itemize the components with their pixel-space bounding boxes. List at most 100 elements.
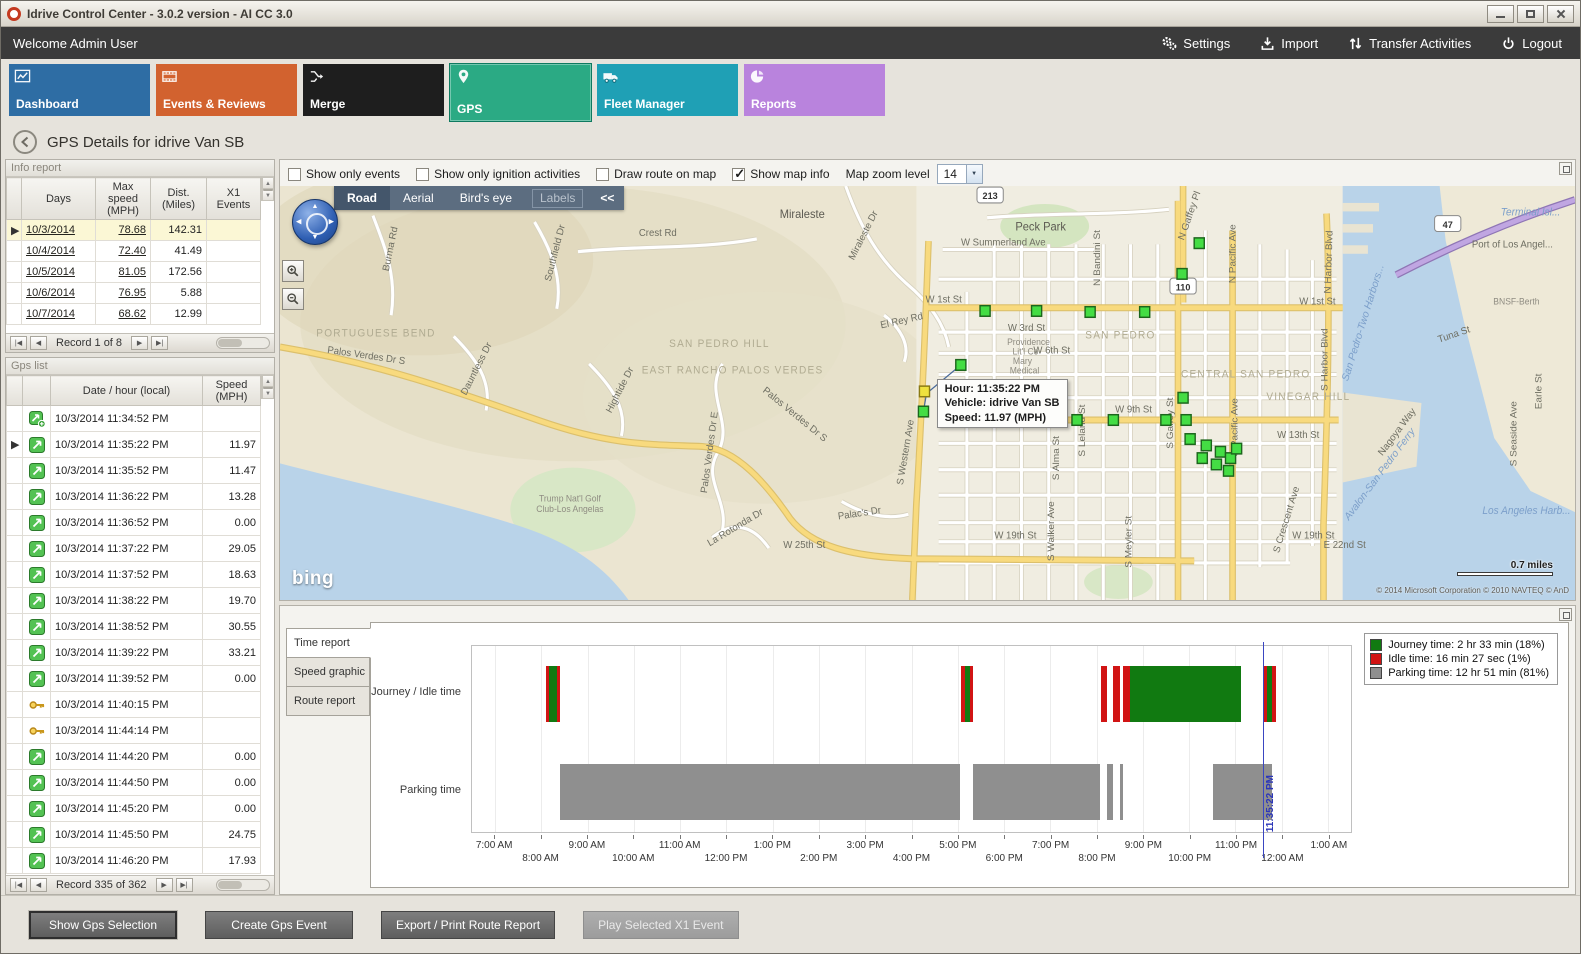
last-page-button[interactable]: ▶| [176, 878, 193, 892]
pager-scrollbar[interactable] [216, 879, 270, 891]
table-row[interactable]: 10/7/201468.6212.99 [7, 304, 261, 325]
day-cell[interactable]: 10/3/2014 [22, 220, 96, 241]
day-link[interactable]: 10/4/2014 [26, 245, 75, 257]
max-speed-link[interactable]: 78.68 [118, 224, 146, 236]
scroll-up-button[interactable]: ▲ [262, 177, 274, 189]
gps-marker[interactable] [1072, 415, 1082, 426]
checkbox-show-only-events[interactable]: Show only events [288, 167, 400, 181]
transfer-activities-button[interactable]: Transfer Activities [1348, 36, 1471, 51]
gps-marker[interactable] [1215, 446, 1225, 457]
gps-marker[interactable] [1197, 453, 1207, 464]
gps-marker[interactable] [1181, 415, 1191, 426]
pager-scrollbar[interactable] [216, 337, 270, 349]
map-pan-compass[interactable]: ▲ ▼ ◀ ▶ [292, 199, 338, 245]
last-page-button[interactable]: ▶| [151, 336, 168, 350]
gps-row[interactable]: 10/3/2014 11:40:15 PM [7, 692, 261, 718]
max-speed-link[interactable]: 72.40 [118, 245, 146, 257]
map-view-tab-labels[interactable]: Labels [532, 189, 583, 208]
gps-marker[interactable] [1201, 440, 1211, 451]
chart-tab-route-report[interactable]: Route report [286, 686, 370, 716]
gps-row[interactable]: 10/3/2014 11:36:22 PM13.28 [7, 484, 261, 510]
gps-marker[interactable] [1194, 238, 1204, 249]
column-header-days[interactable]: Days [22, 178, 96, 220]
checkbox-draw-route-on-map[interactable]: Draw route on map [596, 167, 716, 181]
gps-row[interactable]: 10/3/2014 11:45:20 PM0.00 [7, 796, 261, 822]
gps-marker[interactable] [1232, 443, 1242, 454]
gps-marker[interactable] [1108, 415, 1118, 426]
gps-row[interactable]: ▶10/3/2014 11:35:22 PM11.97 [7, 432, 261, 458]
day-link[interactable]: 10/7/2014 [26, 308, 75, 320]
gps-row[interactable]: 10/3/2014 11:38:52 PM30.55 [7, 614, 261, 640]
day-link[interactable]: 10/3/2014 [26, 224, 75, 236]
checkbox-show-map-info[interactable]: Show map info [732, 167, 829, 181]
max-speed-link[interactable]: 81.05 [118, 266, 146, 278]
map-view-tab-aerial[interactable]: Aerial [390, 186, 447, 210]
map-zoom-select[interactable]: 14▼ [937, 164, 983, 184]
gps-row[interactable]: 10/3/2014 11:44:20 PM0.00 [7, 744, 261, 770]
bing-map[interactable]: MiralestePeck ParkPORTUGUESE BENDSAN PED… [280, 186, 1575, 600]
gps-marker[interactable] [1032, 306, 1042, 317]
gps-marker[interactable] [1161, 415, 1171, 426]
map-zoom-out-button[interactable] [282, 288, 304, 310]
chart-panel-maximize-button[interactable] [1559, 608, 1572, 621]
gps-row[interactable]: 10/3/2014 11:44:14 PM [7, 718, 261, 744]
gps-row[interactable]: 10/3/2014 11:37:52 PM18.63 [7, 562, 261, 588]
day-link[interactable]: 10/5/2014 [26, 266, 75, 278]
import-button[interactable]: Import [1260, 36, 1318, 51]
minimize-button[interactable] [1487, 5, 1514, 23]
column-header-speed-mph[interactable]: Speed (MPH) [203, 376, 261, 406]
gps-marker[interactable] [1211, 459, 1221, 470]
tab-events-reviews[interactable]: Events & Reviews [156, 64, 297, 116]
create-gps-event-button[interactable]: Create Gps Event [205, 911, 353, 939]
column-header-x1-events[interactable]: X1 Events [207, 178, 261, 220]
info-report-table[interactable]: DaysMax speed (MPH)Dist. (Miles)X1 Event… [6, 177, 261, 325]
map-container[interactable]: MiralestePeck ParkPORTUGUESE BENDSAN PED… [280, 186, 1575, 600]
max-speed-link[interactable]: 68.62 [118, 308, 146, 320]
map-tabs-collapse-button[interactable]: << [590, 191, 624, 205]
export-print-route-report-button[interactable]: Export / Print Route Report [381, 911, 555, 939]
gps-marker[interactable] [980, 306, 990, 317]
column-header-dist-miles[interactable]: Dist. (Miles) [151, 178, 207, 220]
gps-row[interactable]: 10/3/2014 11:38:22 PM19.70 [7, 588, 261, 614]
gps-row[interactable]: 10/3/2014 11:36:52 PM0.00 [7, 510, 261, 536]
max-speed-cell[interactable]: 78.68 [96, 220, 151, 241]
info-report-scrollbar[interactable]: ▲▼ [261, 177, 274, 201]
day-cell[interactable]: 10/5/2014 [22, 262, 96, 283]
map-view-tab-bird-s-eye[interactable]: Bird's eye [447, 186, 525, 210]
maximize-button[interactable] [1517, 5, 1544, 23]
next-page-button[interactable]: ▶ [156, 878, 173, 892]
gps-marker[interactable] [1085, 307, 1095, 318]
day-cell[interactable]: 10/6/2014 [22, 283, 96, 304]
prev-page-button[interactable]: ◀ [30, 878, 47, 892]
chart-tab-time-report[interactable]: Time report [286, 628, 371, 658]
gps-marker[interactable] [918, 406, 928, 417]
max-speed-cell[interactable]: 72.40 [96, 241, 151, 262]
show-gps-selection-button[interactable]: Show Gps Selection [29, 911, 177, 939]
gps-marker[interactable] [1177, 269, 1187, 280]
day-link[interactable]: 10/6/2014 [26, 287, 75, 299]
table-row[interactable]: 10/4/201472.4041.49 [7, 241, 261, 262]
gps-row[interactable]: 10/3/2014 11:39:52 PM0.00 [7, 666, 261, 692]
table-row[interactable]: 10/6/201476.955.88 [7, 283, 261, 304]
gps-row[interactable]: 10/3/2014 11:44:50 PM0.00 [7, 770, 261, 796]
gps-row[interactable]: 10/3/2014 11:37:22 PM29.05 [7, 536, 261, 562]
scroll-thumb[interactable] [263, 189, 273, 191]
table-row[interactable]: ▶10/3/201478.68142.31 [7, 220, 261, 241]
selected-gps-marker[interactable] [919, 386, 929, 397]
gps-row[interactable]: 10/3/2014 11:39:22 PM33.21 [7, 640, 261, 666]
first-page-button[interactable]: |◀ [10, 336, 27, 350]
gps-row[interactable]: 10/3/2014 11:45:50 PM24.75 [7, 822, 261, 848]
gps-marker[interactable] [1223, 466, 1233, 477]
column-header-date-hour-local[interactable]: Date / hour (local) [51, 376, 203, 406]
close-button[interactable] [1547, 5, 1574, 23]
scroll-thumb[interactable] [263, 387, 273, 389]
gps-marker[interactable] [956, 360, 966, 371]
logout-button[interactable]: Logout [1501, 36, 1562, 51]
next-page-button[interactable]: ▶ [131, 336, 148, 350]
pager-scroll-thumb[interactable] [218, 881, 242, 889]
map-view-tab-road[interactable]: Road [334, 186, 390, 210]
gps-list-scrollbar[interactable]: ▲▼ [261, 375, 274, 399]
map-panel-maximize-button[interactable] [1559, 162, 1572, 175]
tab-fleet-manager[interactable]: Fleet Manager [597, 64, 738, 116]
gps-list-table[interactable]: Date / hour (local)Speed (MPH) 10/3/2014… [6, 375, 261, 874]
